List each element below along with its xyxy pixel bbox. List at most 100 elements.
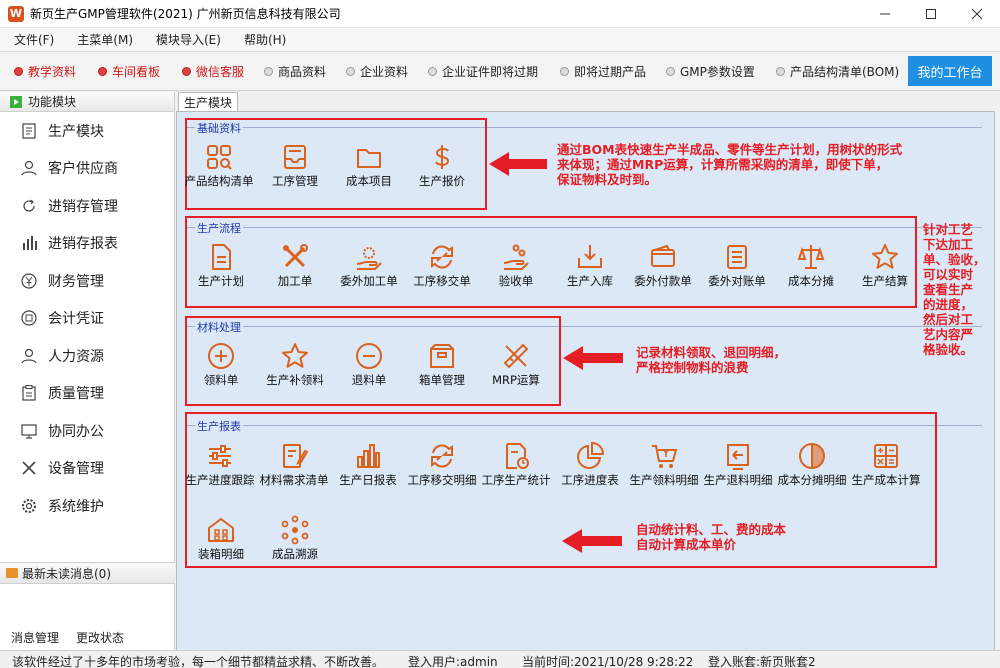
item-mrp-calc[interactable]: MRP运算 — [479, 341, 553, 386]
item-process-statistics[interactable]: 工序生产统计 — [479, 441, 553, 486]
sidebar-item-quality[interactable]: 质量管理 — [0, 375, 174, 413]
item-material-requisition[interactable]: 领料单 — [184, 341, 258, 386]
item-packing-manage[interactable]: 箱单管理 — [405, 341, 479, 386]
close-icon — [971, 8, 983, 20]
sidebar-item-hr[interactable]: 人力资源 — [0, 337, 174, 375]
tab-production-module[interactable]: 生产模块 — [178, 92, 238, 112]
return-board-icon — [727, 444, 749, 470]
hand-gear-icon — [356, 247, 382, 270]
window-title: 新页生产GMP管理软件(2021) 广州新页信息科技有限公司 — [30, 7, 341, 21]
sidebar-item-inventory-report[interactable]: 进销存报表 — [0, 225, 174, 263]
transfer-icon — [431, 444, 453, 468]
close-button[interactable] — [954, 0, 1000, 28]
title-bar: W 新页生产GMP管理软件(2021) 广州新页信息科技有限公司 — [0, 0, 1000, 28]
warehouse-icon — [208, 518, 234, 542]
item-cost-calculation[interactable]: 生产成本计算 — [849, 441, 923, 486]
item-outsource-reconcile[interactable]: 委外对账单 — [700, 242, 774, 287]
item-outsource-order[interactable]: 委外加工单 — [332, 242, 406, 287]
hand-coins-icon — [503, 244, 529, 270]
calculator-icon — [874, 444, 898, 468]
item-production-settlement[interactable]: 生产结算 — [848, 242, 922, 287]
sidebar-item-finance[interactable]: 财务管理 — [0, 262, 174, 300]
item-packing-detail[interactable]: 装箱明细 — [184, 515, 258, 560]
item-process-manage[interactable]: 工序管理 — [258, 142, 332, 187]
person-icon — [21, 348, 37, 364]
status-account: 登入账套:新页账套2 — [708, 655, 816, 668]
item-work-order[interactable]: 加工单 — [258, 242, 332, 287]
item-production-storage[interactable]: 生产入库 — [553, 242, 627, 287]
maximize-button[interactable] — [908, 0, 954, 28]
toolbar-bom[interactable]: 产品结构清单(BOM) — [776, 63, 899, 80]
toolbar-product-info[interactable]: 商品资料 — [264, 63, 326, 80]
toolbar-teaching-materials[interactable]: 教学资料 — [14, 63, 76, 80]
radio-dot-icon — [14, 67, 23, 76]
annotation-arrow-icon — [489, 152, 547, 176]
message-manage-link[interactable]: 消息管理 — [11, 629, 59, 646]
annotation-arrow-icon — [563, 346, 623, 370]
menu-module-import[interactable]: 模块导入(E) — [142, 31, 230, 48]
sidebar-item-customer-supplier[interactable]: 客户供应商 — [0, 150, 174, 188]
item-process-transfer[interactable]: 工序移交单 — [405, 242, 479, 287]
checklist-icon — [727, 245, 747, 269]
my-workbench-button[interactable]: 我的工作台 — [908, 56, 992, 86]
change-status-link[interactable]: 更改状态 — [76, 629, 124, 646]
menu-help[interactable]: 帮助(H) — [230, 31, 295, 48]
item-return-detail[interactable]: 生产退料明细 — [701, 441, 775, 486]
toolbar-certificate-expiring[interactable]: 企业证件即将过期 — [428, 63, 538, 80]
item-product-structure[interactable]: 产品结构清单 — [182, 142, 256, 187]
minimize-button[interactable] — [862, 0, 908, 28]
star-icon — [872, 244, 898, 269]
item-outsource-payment[interactable]: 委外付款单 — [626, 242, 700, 287]
item-allocation-detail[interactable]: 成本分摊明细 — [775, 441, 849, 486]
toolbar-wechat-service[interactable]: 微信客服 — [182, 63, 244, 80]
maximize-icon — [926, 9, 936, 19]
minus-circle-icon — [356, 343, 382, 369]
item-transfer-detail[interactable]: 工序移交明细 — [405, 441, 479, 486]
currency-icon — [21, 273, 37, 289]
item-production-plan[interactable]: 生产计划 — [184, 242, 258, 287]
folder-icon — [357, 149, 381, 168]
item-daily-report[interactable]: 生产日报表 — [331, 441, 405, 486]
toolbar-gmp-settings[interactable]: GMP参数设置 — [666, 63, 755, 80]
toolbar-products-expiring[interactable]: 即将过期产品 — [560, 63, 646, 80]
bar-chart-icon — [357, 444, 380, 468]
menu-file[interactable]: 文件(F) — [0, 31, 63, 48]
item-requisition-detail[interactable]: 生产领料明细 — [627, 441, 701, 486]
radio-dot-icon — [428, 67, 437, 76]
tab-strip: 生产模块 — [176, 92, 1000, 112]
bar-chart-icon — [23, 236, 37, 251]
gear-icon — [22, 498, 36, 513]
toolbar-company-info[interactable]: 企业资料 — [346, 63, 408, 80]
annotation-note-report: 自动统计料、工、费的成本 自动计算成本单价 — [636, 522, 787, 552]
sidebar-item-system[interactable]: 系统维护 — [0, 487, 174, 525]
plus-circle-icon — [208, 343, 234, 369]
item-progress-tracking[interactable]: 生产进度跟踪 — [183, 441, 257, 486]
item-production-quote[interactable]: 生产报价 — [405, 142, 479, 187]
sidebar-item-accounting-voucher[interactable]: 会计凭证 — [0, 300, 174, 338]
sidebar-item-equipment[interactable]: 设备管理 — [0, 450, 174, 488]
status-time: 当前时间:2021/10/28 9:28:22 — [522, 655, 694, 668]
half-circle-icon — [799, 443, 825, 469]
report-clock-icon — [506, 443, 529, 469]
document-icon — [212, 244, 231, 270]
status-user: 登入用户:admin — [408, 655, 498, 668]
item-cost-item[interactable]: 成本项目 — [332, 142, 406, 187]
pie-chart-icon — [577, 441, 605, 469]
toolbar-workshop-board[interactable]: 车间看板 — [98, 63, 160, 80]
unread-messages[interactable]: 最新未读消息(0) — [0, 562, 175, 584]
item-supplementary-requisition[interactable]: 生产补领料 — [258, 341, 332, 386]
item-material-return[interactable]: 退料单 — [332, 341, 406, 386]
menu-main[interactable]: 主菜单(M) — [63, 31, 142, 48]
item-product-trace[interactable]: 成品溯源 — [258, 515, 332, 560]
transfer-icon — [431, 245, 453, 269]
sidebar-item-office[interactable]: 协同办公 — [0, 412, 174, 450]
ruler-pencil-icon — [503, 343, 529, 369]
item-material-demand[interactable]: 材料需求清单 — [257, 441, 331, 486]
quick-toolbar: 教学资料 车间看板 微信客服 商品资料 企业资料 企业证件即将过期 即将过期产品… — [0, 53, 1000, 91]
sidebar-item-production[interactable]: 生产模块 — [0, 112, 174, 150]
item-process-progress[interactable]: 工序进度表 — [553, 441, 627, 486]
item-acceptance[interactable]: 验收单 — [479, 242, 553, 287]
item-cost-allocation[interactable]: 成本分摊 — [774, 242, 848, 287]
voucher-icon — [21, 310, 37, 326]
sidebar-item-inventory[interactable]: 进销存管理 — [0, 187, 174, 225]
